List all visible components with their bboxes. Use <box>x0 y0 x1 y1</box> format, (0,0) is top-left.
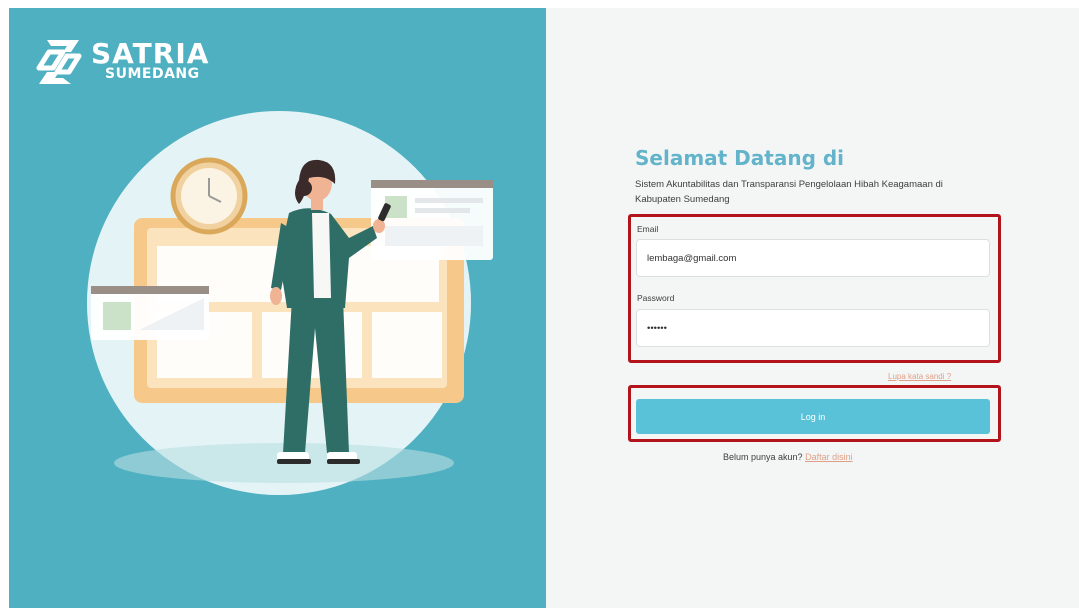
email-label: Email <box>637 224 659 234</box>
register-link[interactable]: Daftar disini <box>805 452 853 462</box>
brand-name: SATRIA <box>91 37 210 70</box>
password-field[interactable] <box>636 309 990 347</box>
floating-window-right <box>371 180 493 260</box>
register-row: Belum punya akun? Daftar disini <box>723 452 853 462</box>
email-field[interactable] <box>636 239 990 277</box>
satria-logo-icon <box>36 40 82 84</box>
login-page: SATRIA SUMEDANG Selamat Datang di Sistem… <box>0 0 1079 610</box>
welcome-description: Sistem Akuntabilitas dan Transparansi Pe… <box>635 179 943 205</box>
register-prompt: Belum punya akun? <box>723 452 803 462</box>
brand-text: SATRIA SUMEDANG <box>91 34 210 82</box>
login-button[interactable]: Log in <box>636 399 990 434</box>
welcome-title: Selamat Datang di <box>635 146 845 170</box>
brand-subtitle: SUMEDANG <box>105 66 200 82</box>
login-illustration <box>87 111 493 495</box>
forgot-password-link[interactable]: Lupa kata sandi ? <box>888 372 951 381</box>
brand-logo-block: SATRIA SUMEDANG <box>33 34 209 90</box>
password-label: Password <box>637 293 675 303</box>
clock-icon <box>170 157 248 235</box>
floating-window-left <box>91 286 209 340</box>
hero-panel: SATRIA SUMEDANG <box>9 8 546 608</box>
